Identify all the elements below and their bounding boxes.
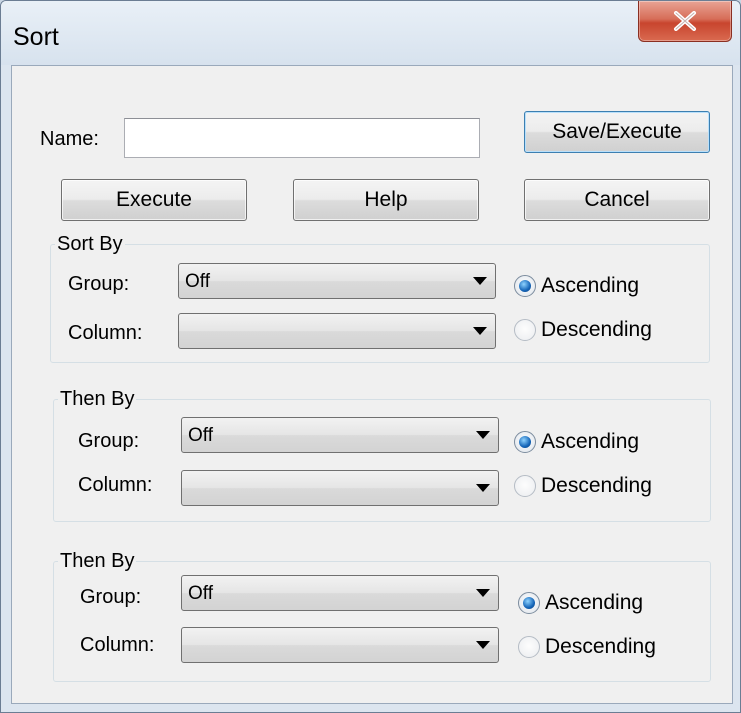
chevron-down-icon <box>473 277 487 285</box>
sort-by-ascending-radio[interactable]: Ascending <box>514 274 639 298</box>
sort-by-descending-radio[interactable]: Descending <box>514 318 652 342</box>
selected-value: Off <box>185 271 210 292</box>
radio-label: Ascending <box>541 274 640 297</box>
radio-label: Descending <box>545 635 656 658</box>
group-label: Group: <box>80 586 142 608</box>
title-bar[interactable]: Sort <box>1 1 740 65</box>
chevron-down-icon <box>476 589 490 597</box>
window-title: Sort <box>13 23 59 51</box>
close-icon <box>674 11 696 31</box>
then-by-1-ascending-radio[interactable]: Ascending <box>514 430 639 454</box>
radio-checked-icon <box>518 592 540 614</box>
then-by-2-ascending-radio[interactable]: Ascending <box>518 591 643 615</box>
then-by-1-column-select[interactable] <box>181 470 499 506</box>
group-label: Group: <box>78 430 140 452</box>
save-execute-label: Save/Execute <box>552 120 682 143</box>
radio-label: Ascending <box>545 591 644 614</box>
selected-value: Off <box>188 583 213 604</box>
execute-label: Execute <box>116 188 192 211</box>
close-button[interactable] <box>638 1 732 42</box>
help-label: Help <box>364 188 408 211</box>
name-input[interactable] <box>124 118 480 158</box>
radio-label: Descending <box>541 474 652 497</box>
radio-unchecked-icon <box>514 475 536 497</box>
chevron-down-icon <box>476 484 490 492</box>
then-by-legend: Then By <box>60 388 135 410</box>
chevron-down-icon <box>476 641 490 649</box>
cancel-button[interactable]: Cancel <box>524 179 710 221</box>
chevron-down-icon <box>476 431 490 439</box>
dialog-body: Name: Save/Execute Execute Help Cancel S… <box>11 65 733 704</box>
radio-checked-icon <box>514 431 536 453</box>
sort-dialog: Sort Name: Save/Execute Execute Help Can… <box>0 0 741 713</box>
help-button[interactable]: Help <box>293 179 479 221</box>
then-by-2-group-select[interactable]: Off <box>181 575 499 611</box>
then-by-2-column-select[interactable] <box>181 627 499 663</box>
radio-unchecked-icon <box>514 319 536 341</box>
sort-by-group-select[interactable]: Off <box>178 263 496 299</box>
name-label: Name: <box>40 128 99 150</box>
sort-by-column-select[interactable] <box>178 313 496 349</box>
then-by-2-descending-radio[interactable]: Descending <box>518 635 656 659</box>
column-label: Column: <box>80 634 155 656</box>
then-by-1-descending-radio[interactable]: Descending <box>514 474 652 498</box>
column-label: Column: <box>78 474 153 496</box>
radio-unchecked-icon <box>518 636 540 658</box>
selected-value: Off <box>188 425 213 446</box>
chevron-down-icon <box>473 327 487 335</box>
radio-label: Ascending <box>541 430 640 453</box>
execute-button[interactable]: Execute <box>61 179 247 221</box>
radio-label: Descending <box>541 318 652 341</box>
then-by-legend: Then By <box>60 550 135 572</box>
cancel-label: Cancel <box>584 188 650 211</box>
radio-checked-icon <box>514 275 536 297</box>
save-execute-button[interactable]: Save/Execute <box>524 111 710 153</box>
then-by-1-group-select[interactable]: Off <box>181 417 499 453</box>
sort-by-legend: Sort By <box>57 233 123 255</box>
column-label: Column: <box>68 322 143 344</box>
group-label: Group: <box>68 273 130 295</box>
